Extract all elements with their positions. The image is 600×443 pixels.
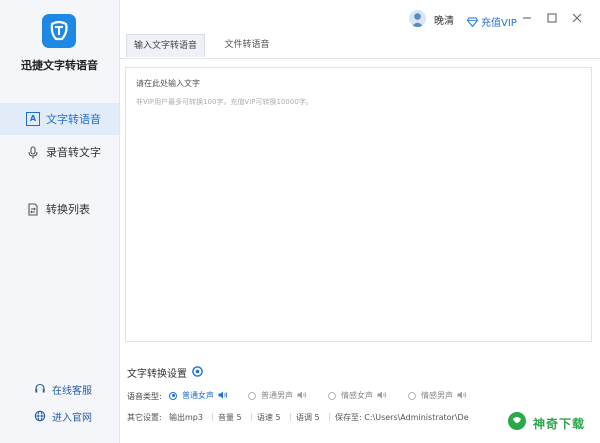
separator: | bbox=[250, 412, 253, 421]
volume-setting[interactable]: 音量 5 bbox=[218, 412, 242, 423]
minimize-icon bbox=[523, 17, 531, 19]
username[interactable]: 晚清 bbox=[434, 12, 454, 27]
text-input-area[interactable]: 请在此处输入文字 非VIP用户最多可转换100字，充值VIP可转换10000字。 bbox=[125, 67, 592, 342]
settings-title-text: 文字转换设置 bbox=[127, 369, 187, 380]
voice-type-label: 语音类型: bbox=[127, 391, 162, 401]
globe-icon bbox=[33, 409, 47, 423]
app-logo-icon bbox=[42, 14, 76, 48]
watermark-logo-icon bbox=[507, 411, 527, 435]
radio-selected-icon bbox=[169, 391, 177, 400]
speaker-icon[interactable] bbox=[218, 391, 228, 401]
tab-file-to-speech[interactable]: 文件转语音 bbox=[217, 34, 277, 56]
tab-bar: 输入文字转语音 文件转语音 bbox=[120, 32, 600, 59]
app-name: 迅捷文字转语音 bbox=[21, 59, 98, 72]
output-format[interactable]: 输出mp3 bbox=[169, 412, 203, 423]
radio-icon bbox=[328, 391, 336, 400]
settings-title: 文字转换设置 bbox=[127, 365, 203, 380]
sidebar-item-record-to-text[interactable]: 录音转文字 bbox=[0, 136, 119, 168]
watermark-text: 神奇下载 bbox=[533, 416, 586, 431]
separator: | bbox=[328, 412, 331, 421]
diamond-icon bbox=[466, 12, 479, 31]
headset-icon bbox=[33, 382, 47, 396]
voice-option-emotional-female[interactable]: 情感女声 bbox=[328, 390, 387, 401]
microphone-icon bbox=[26, 145, 40, 159]
settings-gear-icon[interactable] bbox=[192, 365, 203, 380]
sidebar-item-label: 文字转语音 bbox=[46, 113, 101, 126]
sidebar-item-text-to-speech[interactable]: A 文字转语音 bbox=[0, 103, 119, 135]
text-to-speech-icon: A bbox=[26, 112, 40, 126]
sidebar-item-label: 录音转文字 bbox=[46, 146, 101, 159]
close-button[interactable] bbox=[570, 10, 584, 24]
pitch-setting[interactable]: 语调 5 bbox=[296, 412, 320, 423]
radio-icon bbox=[248, 391, 256, 400]
speaker-icon[interactable] bbox=[297, 391, 307, 401]
close-icon bbox=[572, 13, 582, 23]
maximize-icon bbox=[547, 13, 557, 23]
other-settings-row: 其它设置: 输出mp3 | 音量 5 | 语速 5 | 语调 5 | 保存至: … bbox=[127, 412, 472, 424]
maximize-button[interactable] bbox=[545, 10, 559, 24]
minimize-button[interactable] bbox=[520, 10, 534, 24]
voice-option-normal-male[interactable]: 普通男声 bbox=[248, 390, 307, 401]
official-website-link[interactable]: 进入官网 bbox=[0, 407, 119, 425]
save-path[interactable]: 保存至: C:\Users\Administrator\De bbox=[335, 412, 469, 423]
speaker-icon[interactable] bbox=[457, 391, 467, 401]
tab-text-to-speech[interactable]: 输入文字转语音 bbox=[126, 34, 205, 57]
sidebar-item-label: 转换列表 bbox=[46, 203, 90, 216]
editor-placeholder: 请在此处输入文字 bbox=[136, 79, 200, 88]
sidebar-item-convert-list[interactable]: 转换列表 bbox=[0, 193, 119, 225]
other-settings-label: 其它设置: bbox=[127, 413, 162, 422]
online-support-link[interactable]: 在线客服 bbox=[0, 380, 119, 398]
vip-label: 充值VIP bbox=[481, 18, 517, 29]
voice-type-row: 语音类型: 普通女声 普通男声 情感女声 情感男声 bbox=[127, 390, 487, 402]
online-support-label: 在线客服 bbox=[52, 385, 92, 397]
voice-option-emotional-male[interactable]: 情感男声 bbox=[408, 390, 467, 401]
official-website-label: 进入官网 bbox=[52, 412, 92, 424]
editor-hint: 非VIP用户最多可转换100字，充值VIP可转换10000字。 bbox=[136, 98, 313, 106]
watermark: 神奇下载 bbox=[507, 410, 593, 436]
recharge-vip-button[interactable]: 充值VIP bbox=[466, 12, 517, 31]
speed-setting[interactable]: 语速 5 bbox=[257, 412, 281, 423]
separator: | bbox=[289, 412, 292, 421]
speaker-icon[interactable] bbox=[377, 391, 387, 401]
voice-option-normal-female[interactable]: 普通女声 bbox=[169, 390, 228, 401]
separator: | bbox=[211, 412, 214, 421]
sidebar: 迅捷文字转语音 A 文字转语音 录音转文字 转换列表 在线客服 进入官网 bbox=[0, 0, 120, 443]
convert-list-icon bbox=[26, 202, 40, 216]
avatar[interactable] bbox=[409, 10, 426, 27]
radio-icon bbox=[408, 391, 416, 400]
